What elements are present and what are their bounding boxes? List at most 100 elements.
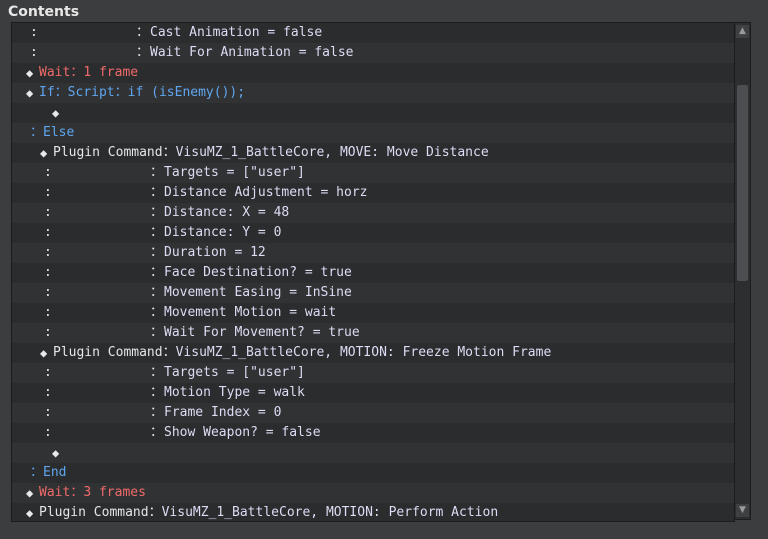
command-row[interactable]: : ： Duration = 12 xyxy=(12,243,734,263)
parameter-separator: ： xyxy=(150,205,164,220)
command-diamond-icon: ◆ xyxy=(40,146,48,160)
parameter-text: Movement Easing = InSine xyxy=(164,285,352,300)
scroll-up-button[interactable]: ▲ xyxy=(736,25,749,38)
command-row[interactable]: : ： Motion Type = walk xyxy=(12,383,734,403)
continuation-colon: : xyxy=(44,385,52,400)
contents-panel: Contents :： Cast Animation = false:： Wait … xyxy=(0,0,768,539)
parameter-text: Targets = ["user"] xyxy=(164,365,305,380)
parameter-separator: ： xyxy=(150,425,164,440)
parameter-text: Frame Index = 0 xyxy=(164,405,282,420)
command-text: If xyxy=(39,85,55,100)
command-separator: ： xyxy=(162,145,176,160)
command-separator: ： xyxy=(162,345,176,360)
scroll-down-button[interactable]: ▼ xyxy=(736,504,749,517)
parameter-text: Face Destination? = true xyxy=(164,265,352,280)
command-separator: ： xyxy=(148,505,162,520)
parameter-separator: ： xyxy=(150,185,164,200)
command-separator: ： xyxy=(30,465,44,480)
command-row[interactable]: : ： Face Destination? = true xyxy=(12,263,734,283)
continuation-colon: : xyxy=(44,365,52,380)
parameter-text: Wait For Animation = false xyxy=(150,45,354,60)
continuation-colon: : xyxy=(44,325,52,340)
panel-title: Contents xyxy=(8,4,80,20)
empty-command-diamond-icon: ◆ xyxy=(52,446,60,460)
command-row[interactable]: : ： Wait For Movement? = true xyxy=(12,323,734,343)
command-row[interactable]: ◆ Wait：3 frames xyxy=(12,483,734,503)
scrollbar-thumb[interactable] xyxy=(737,85,748,281)
parameter-separator: ： xyxy=(150,265,164,280)
command-row[interactable]: ◆ Wait：1 frame xyxy=(12,63,734,83)
parameter-separator: ： xyxy=(136,45,150,60)
parameter-separator: ： xyxy=(150,385,164,400)
parameter-separator: ： xyxy=(150,245,164,260)
continuation-colon: : xyxy=(44,305,52,320)
command-row[interactable]: ◆ If：Script：if (isEnemy()); xyxy=(12,83,734,103)
parameter-separator: ： xyxy=(150,405,164,420)
command-row[interactable]: : ： Frame Index = 0 xyxy=(12,403,734,423)
parameter-text: Distance Adjustment = horz xyxy=(164,185,368,200)
continuation-colon: : xyxy=(44,245,52,260)
vertical-scrollbar[interactable]: ▲ ▼ xyxy=(734,22,751,520)
continuation-colon: : xyxy=(44,265,52,280)
command-text: Plugin Command xyxy=(53,345,163,360)
continuation-colon: : xyxy=(44,185,52,200)
command-separator: ： xyxy=(30,125,44,140)
command-text: Script xyxy=(67,85,115,100)
command-separator: ： xyxy=(70,485,84,500)
command-row[interactable]: ◆ xyxy=(12,103,734,123)
command-row[interactable]: : ： Cast Animation = false xyxy=(12,23,734,43)
continuation-colon: : xyxy=(30,25,38,40)
parameter-text: Duration = 12 xyxy=(164,245,266,260)
command-row[interactable]: : ： Show Weapon? = false xyxy=(12,423,734,443)
command-text: VisuMZ_1_BattleCore, MOVE: Move Distance xyxy=(175,145,489,160)
command-row[interactable]: ：Else xyxy=(12,123,734,143)
continuation-colon: : xyxy=(44,225,52,240)
parameter-text: Targets = ["user"] xyxy=(164,165,305,180)
parameter-separator: ： xyxy=(150,365,164,380)
parameter-text: Distance: X = 48 xyxy=(164,205,290,220)
command-text: Wait xyxy=(39,65,71,80)
command-row[interactable]: : ： Distance Adjustment = horz xyxy=(12,183,734,203)
command-diamond-icon: ◆ xyxy=(26,486,34,500)
parameter-text: Wait For Movement? = true xyxy=(164,325,360,340)
command-diamond-icon: ◆ xyxy=(26,506,34,520)
command-text: End xyxy=(43,465,67,480)
command-text: VisuMZ_1_BattleCore, MOTION: Freeze Moti… xyxy=(175,345,552,360)
command-text: Wait xyxy=(39,485,71,500)
command-row[interactable]: : ： Targets = ["user"] xyxy=(12,163,734,183)
command-row[interactable]: ◆ Plugin Command：VisuMZ_1_BattleCore, MOV… xyxy=(12,143,734,163)
command-separator: ： xyxy=(114,85,128,100)
continuation-colon: : xyxy=(44,205,52,220)
continuation-colon: : xyxy=(44,285,52,300)
command-row[interactable]: : ： Distance: Y = 0 xyxy=(12,223,734,243)
command-row[interactable]: ◆ xyxy=(12,443,734,463)
parameter-text: Motion Type = walk xyxy=(164,385,305,400)
command-text: VisuMZ_1_BattleCore, MOTION: Perform Act… xyxy=(161,505,499,520)
command-diamond-icon: ◆ xyxy=(26,86,34,100)
command-row[interactable]: ◆ Plugin Command：VisuMZ_1_BattleCore, MOT… xyxy=(12,343,734,363)
command-row[interactable]: : ： Wait For Animation = false xyxy=(12,43,734,63)
continuation-colon: : xyxy=(44,425,52,440)
parameter-text: Cast Animation = false xyxy=(150,25,323,40)
command-row[interactable]: : ： Distance: X = 48 xyxy=(12,203,734,223)
command-row[interactable]: : ： Movement Easing = InSine xyxy=(12,283,734,303)
command-text: Else xyxy=(43,125,75,140)
command-separator: ： xyxy=(70,65,84,80)
empty-command-diamond-icon: ◆ xyxy=(52,106,60,120)
command-row[interactable]: : ： Movement Motion = wait xyxy=(12,303,734,323)
command-text: if (isEnemy()); xyxy=(127,85,246,100)
command-diamond-icon: ◆ xyxy=(26,66,34,80)
parameter-text: Movement Motion = wait xyxy=(164,305,337,320)
command-row[interactable]: ◆ Plugin Command：VisuMZ_1_BattleCore, MOT… xyxy=(12,503,734,521)
command-row[interactable]: ：End xyxy=(12,463,734,483)
parameter-text: Show Weapon? = false xyxy=(164,425,321,440)
parameter-separator: ： xyxy=(150,285,164,300)
parameter-separator: ： xyxy=(150,305,164,320)
command-text: Plugin Command xyxy=(53,145,163,160)
continuation-colon: : xyxy=(44,165,52,180)
command-diamond-icon: ◆ xyxy=(40,346,48,360)
parameter-text: Distance: Y = 0 xyxy=(164,225,282,240)
event-command-list[interactable]: :： Cast Animation = false:： Wait For Anima… xyxy=(11,22,735,522)
command-text: Plugin Command xyxy=(39,505,149,520)
command-row[interactable]: : ： Targets = ["user"] xyxy=(12,363,734,383)
